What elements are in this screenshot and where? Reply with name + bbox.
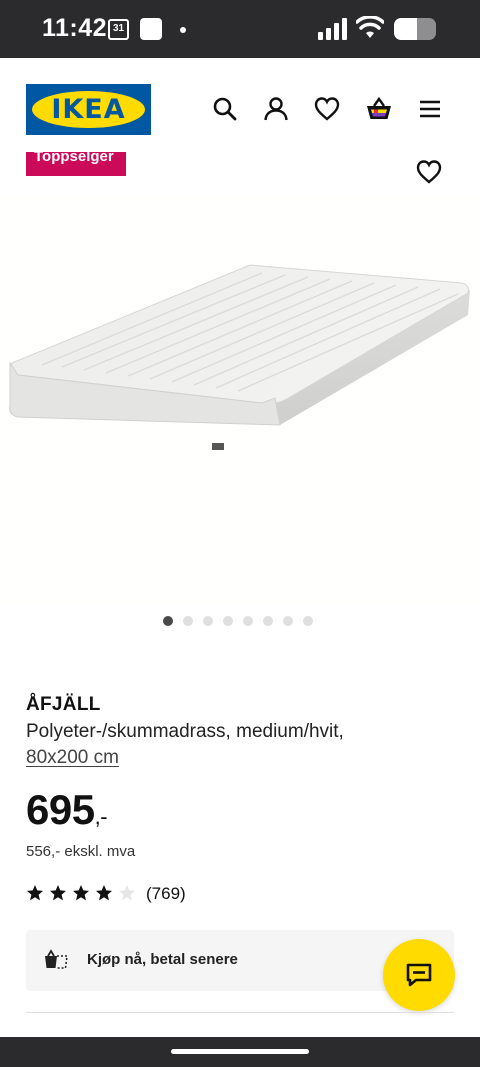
- product-price: 695,-: [26, 786, 108, 834]
- calendar-icon: 31: [108, 19, 129, 40]
- pay-later-label: Kjøp nå, betal senere: [87, 951, 238, 968]
- carousel-dot[interactable]: [243, 616, 253, 626]
- status-time: 11:42: [42, 14, 108, 42]
- product-image[interactable]: [0, 195, 480, 605]
- carousel-dot[interactable]: [163, 616, 173, 626]
- price-excl-vat: 556,- ekskl. mva: [26, 843, 136, 860]
- carousel-dot[interactable]: [303, 616, 313, 626]
- status-bar: 11:42 31: [0, 0, 480, 58]
- carousel-dot[interactable]: [263, 616, 273, 626]
- price-main: 695: [26, 786, 95, 833]
- battery-icon: [394, 18, 436, 40]
- carousel-dot[interactable]: [203, 616, 213, 626]
- star-filled-icon: [96, 885, 112, 901]
- shopping-bag-icon[interactable]: [365, 96, 393, 122]
- bestseller-badge: Toppselger: [26, 152, 126, 176]
- star-filled-icon: [27, 885, 43, 901]
- rating-stars[interactable]: [26, 884, 136, 902]
- logo-text: IKEA: [51, 94, 126, 125]
- review-count[interactable]: (769): [146, 884, 186, 904]
- chat-button[interactable]: [383, 939, 455, 1011]
- home-bar: [0, 1037, 480, 1067]
- star-filled-icon: [73, 885, 89, 901]
- carousel-dot[interactable]: [283, 616, 293, 626]
- search-icon[interactable]: [212, 96, 238, 122]
- menu-icon[interactable]: [417, 96, 443, 122]
- star-empty-icon: [119, 885, 135, 901]
- shopping-bag-payment-icon: [45, 949, 68, 969]
- product-size-link[interactable]: 80x200 cm: [26, 747, 119, 768]
- app-notification-icon: [140, 18, 162, 40]
- ikea-logo[interactable]: IKEA: [26, 84, 151, 135]
- carousel-dot[interactable]: [183, 616, 193, 626]
- cellular-signal-icon: [318, 18, 348, 40]
- product-type: Polyeter-/skummadrass, medium/hvit,: [26, 721, 344, 742]
- account-icon[interactable]: [263, 96, 289, 122]
- site-header: IKEA: [0, 58, 480, 154]
- home-indicator[interactable]: [171, 1049, 309, 1054]
- notification-dot-icon: [180, 27, 186, 33]
- product-description: Polyeter-/skummadrass, medium/hvit, 80x2…: [26, 719, 456, 771]
- chat-icon: [406, 963, 432, 987]
- battery-level: [394, 18, 418, 40]
- section-divider: [26, 1012, 454, 1013]
- add-to-favourites-icon[interactable]: [416, 159, 442, 185]
- wifi-icon: [356, 16, 384, 38]
- star-filled-icon: [50, 885, 66, 901]
- product-name: ÅFJÄLL: [26, 694, 101, 715]
- carousel-dot[interactable]: [223, 616, 233, 626]
- favourites-icon[interactable]: [314, 96, 340, 122]
- badge-label: Toppselger: [34, 152, 114, 165]
- image-carousel-dots: [163, 616, 313, 626]
- price-suffix: ,-: [94, 804, 108, 829]
